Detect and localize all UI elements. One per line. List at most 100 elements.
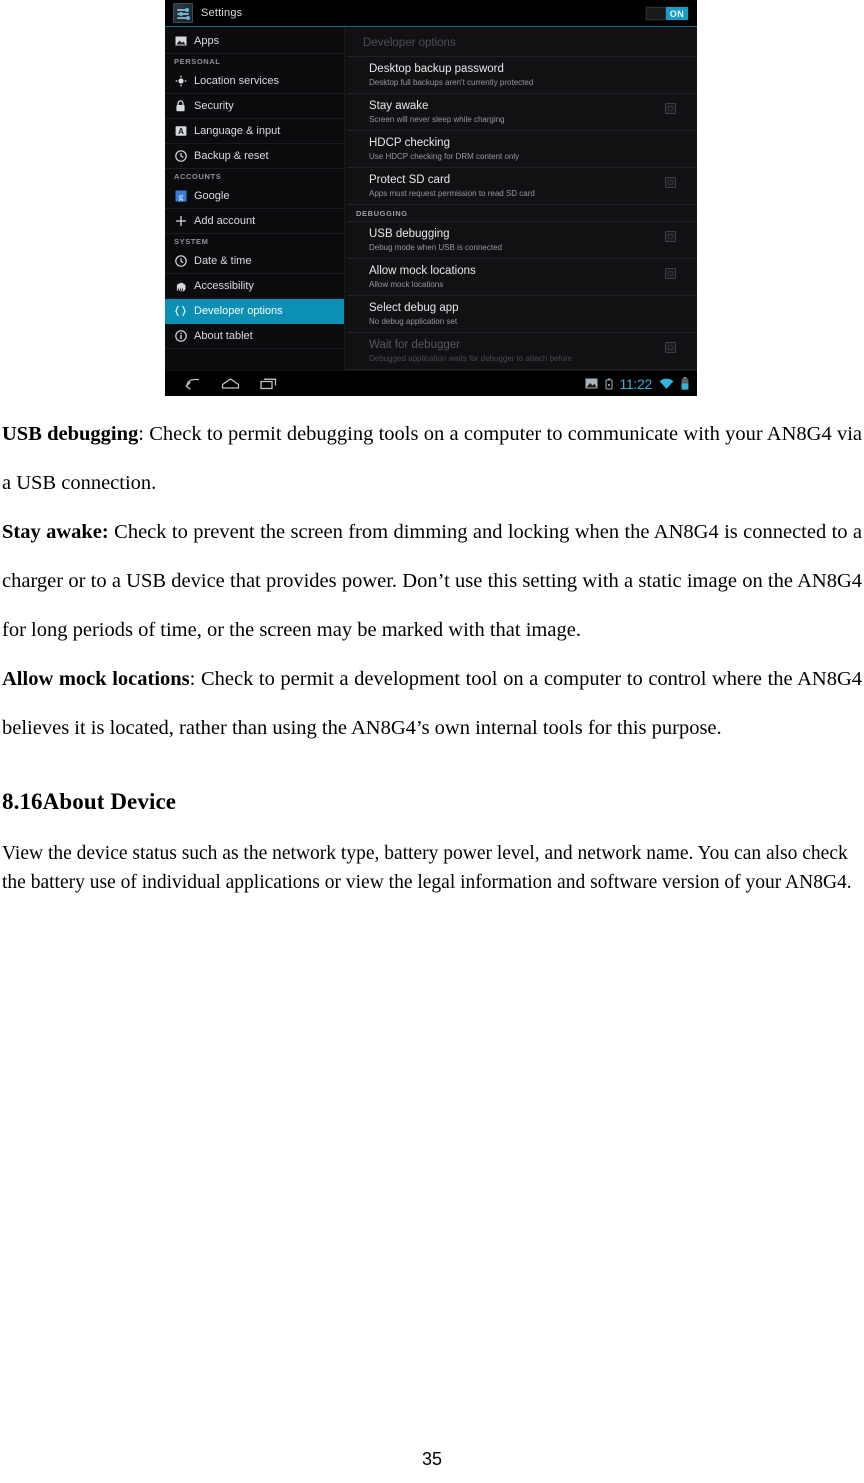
status-clock: 11:22 — [619, 375, 653, 392]
toggle-on-label: ON — [666, 7, 688, 20]
settings-row-title: Wait for debugger — [369, 339, 460, 351]
accessibility-icon — [174, 280, 187, 293]
settings-row-checkbox[interactable] — [665, 103, 676, 114]
android-settings-screenshot: Settings ON Apps PERSONAL Location service… — [165, 0, 697, 396]
paragraph-lead-term: Allow mock locations — [2, 668, 190, 690]
sidebar-item-label: Security — [194, 100, 234, 112]
settings-row-list: Desktop backup password Desktop full back… — [347, 57, 697, 370]
settings-row-checkbox[interactable] — [665, 268, 676, 279]
body-paragraph: USB debugging: Check to permit debugging… — [2, 423, 862, 494]
settings-row[interactable]: Allow mock locations Allow mock locations — [347, 259, 697, 296]
settings-row-subtitle: Screen will never sleep while charging — [369, 115, 505, 124]
apps-icon — [174, 35, 187, 48]
sidebar-item-about-tablet[interactable]: About tablet — [165, 324, 344, 349]
section-heading: 8.16About Device — [2, 789, 177, 814]
settings-row-subtitle: Desktop full backups aren't currently pr… — [369, 78, 534, 87]
sidebar-item-label: Apps — [194, 35, 220, 47]
settings-row-checkbox[interactable] — [665, 231, 676, 242]
settings-row-subtitle: Debugged application waits for debugger … — [369, 354, 573, 363]
settings-row-subtitle: Use HDCP checking for DRM content only — [369, 152, 520, 161]
settings-row-checkbox[interactable] — [665, 177, 676, 188]
settings-section-header: DEBUGGING — [347, 205, 697, 222]
page-number: 35 — [421, 1449, 443, 1469]
settings-row[interactable]: Desktop backup password Desktop full back… — [347, 57, 697, 94]
paragraph-lead-term: Stay awake: — [2, 521, 109, 543]
status-icons: 11:22 — [585, 376, 690, 392]
system-navigation-bar: 11:22 — [165, 370, 697, 396]
braces-icon — [174, 305, 187, 318]
settings-row-title: Desktop backup password — [369, 63, 504, 75]
settings-row-checkbox — [665, 342, 676, 353]
settings-row-title: Allow mock locations — [369, 265, 476, 277]
body-paragraph: Allow mock locations: Check to permit a … — [2, 668, 863, 739]
pane-title: Developer options — [347, 28, 697, 57]
document-text: USB debugging: Check to permit debugging… — [0, 396, 864, 897]
settings-sidebar[interactable]: Apps PERSONAL Location services Security A La… — [165, 28, 345, 370]
sidebar-item-date-time[interactable]: Date & time — [165, 249, 344, 274]
sidebar-item-label: Accessibility — [194, 280, 254, 292]
info-icon — [174, 330, 187, 343]
recent-apps-icon[interactable] — [260, 377, 278, 390]
settings-row-subtitle: No debug application set — [369, 317, 458, 326]
svg-text:A: A — [178, 127, 184, 136]
language-icon: A — [174, 125, 187, 138]
action-bar: Settings ON — [165, 0, 697, 27]
settings-row-title: Select debug app — [369, 302, 459, 314]
settings-row-title: Stay awake — [369, 100, 429, 112]
home-icon[interactable] — [221, 377, 240, 390]
sidebar-item-accessibility[interactable]: Accessibility — [165, 274, 344, 299]
sidebar-item-label: Developer options — [194, 305, 283, 317]
section-body: View the device status such as the netwo… — [2, 843, 852, 893]
sidebar-item-label: Date & time — [194, 255, 252, 267]
toggle-off-track — [646, 7, 666, 20]
sidebar-item-label: Add account — [194, 215, 256, 227]
wifi-icon[interactable] — [659, 378, 674, 390]
plus-icon — [174, 215, 187, 228]
developer-options-toggle[interactable]: ON — [645, 6, 689, 21]
backup-icon — [174, 150, 187, 163]
sidebar-item-developer-options[interactable]: Developer options — [165, 299, 344, 324]
tablet-screen: Settings ON Apps PERSONAL Location service… — [165, 0, 697, 396]
sidebar-item-location-services[interactable]: Location services — [165, 69, 344, 94]
location-icon — [174, 75, 187, 88]
sidebar-item-google[interactable]: g Google — [165, 184, 344, 209]
settings-row[interactable]: Protect SD card Apps must request permiss… — [347, 168, 697, 205]
settings-row-title: Protect SD card — [369, 174, 451, 186]
paragraph-body: Check to prevent the screen from dimming… — [2, 521, 863, 641]
sidebar-item-label: Language & input — [194, 125, 281, 137]
back-arrow-icon[interactable] — [184, 377, 201, 390]
sidebar-item-language-input[interactable]: A Language & input — [165, 119, 344, 144]
clock-icon — [174, 255, 187, 268]
settings-icon — [173, 3, 193, 23]
settings-row[interactable]: Select debug app No debug application set — [347, 296, 697, 333]
app-title: Settings — [201, 7, 243, 19]
settings-row[interactable]: USB debugging Debug mode when USB is conn… — [347, 222, 697, 259]
google-icon: g — [174, 190, 187, 203]
sidebar-item-apps[interactable]: Apps — [165, 29, 344, 54]
lock-icon — [174, 100, 187, 113]
svg-text:g: g — [178, 191, 183, 201]
screenshot-icon[interactable] — [585, 378, 598, 389]
paragraph-lead-term: USB debugging — [2, 423, 139, 445]
sidebar-item-add-account[interactable]: Add account — [165, 209, 344, 234]
sidebar-item-backup-reset[interactable]: Backup & reset — [165, 144, 344, 169]
settings-row-subtitle: Debug mode when USB is connected — [369, 243, 502, 252]
settings-row-title: HDCP checking — [369, 137, 450, 149]
settings-body: Apps PERSONAL Location services Security A La… — [165, 28, 697, 370]
sidebar-item-label: Backup & reset — [194, 150, 269, 162]
body-paragraph: Stay awake: Check to prevent the screen … — [0, 508, 864, 655]
sidebar-item-label: Google — [194, 190, 230, 202]
sidebar-section-header: ACCOUNTS — [174, 172, 222, 181]
settings-row[interactable]: HDCP checking Use HDCP checking for DRM c… — [347, 131, 697, 168]
settings-row-subtitle: Allow mock locations — [369, 280, 444, 289]
developer-options-pane: Developer options Desktop backup passwor… — [345, 28, 697, 370]
battery-icon[interactable] — [681, 377, 689, 390]
sidebar-item-label: About tablet — [194, 330, 253, 342]
sidebar-item-label: Location services — [194, 75, 279, 87]
settings-row[interactable]: Stay awake Screen will never sleep while … — [347, 94, 697, 131]
sidebar-item-security[interactable]: Security — [165, 94, 344, 119]
sidebar-section-header: PERSONAL — [174, 57, 221, 66]
settings-row: Wait for debugger Debugged application wa… — [347, 333, 697, 370]
settings-row-title: USB debugging — [369, 228, 450, 240]
usb-storage-icon[interactable] — [604, 377, 613, 390]
